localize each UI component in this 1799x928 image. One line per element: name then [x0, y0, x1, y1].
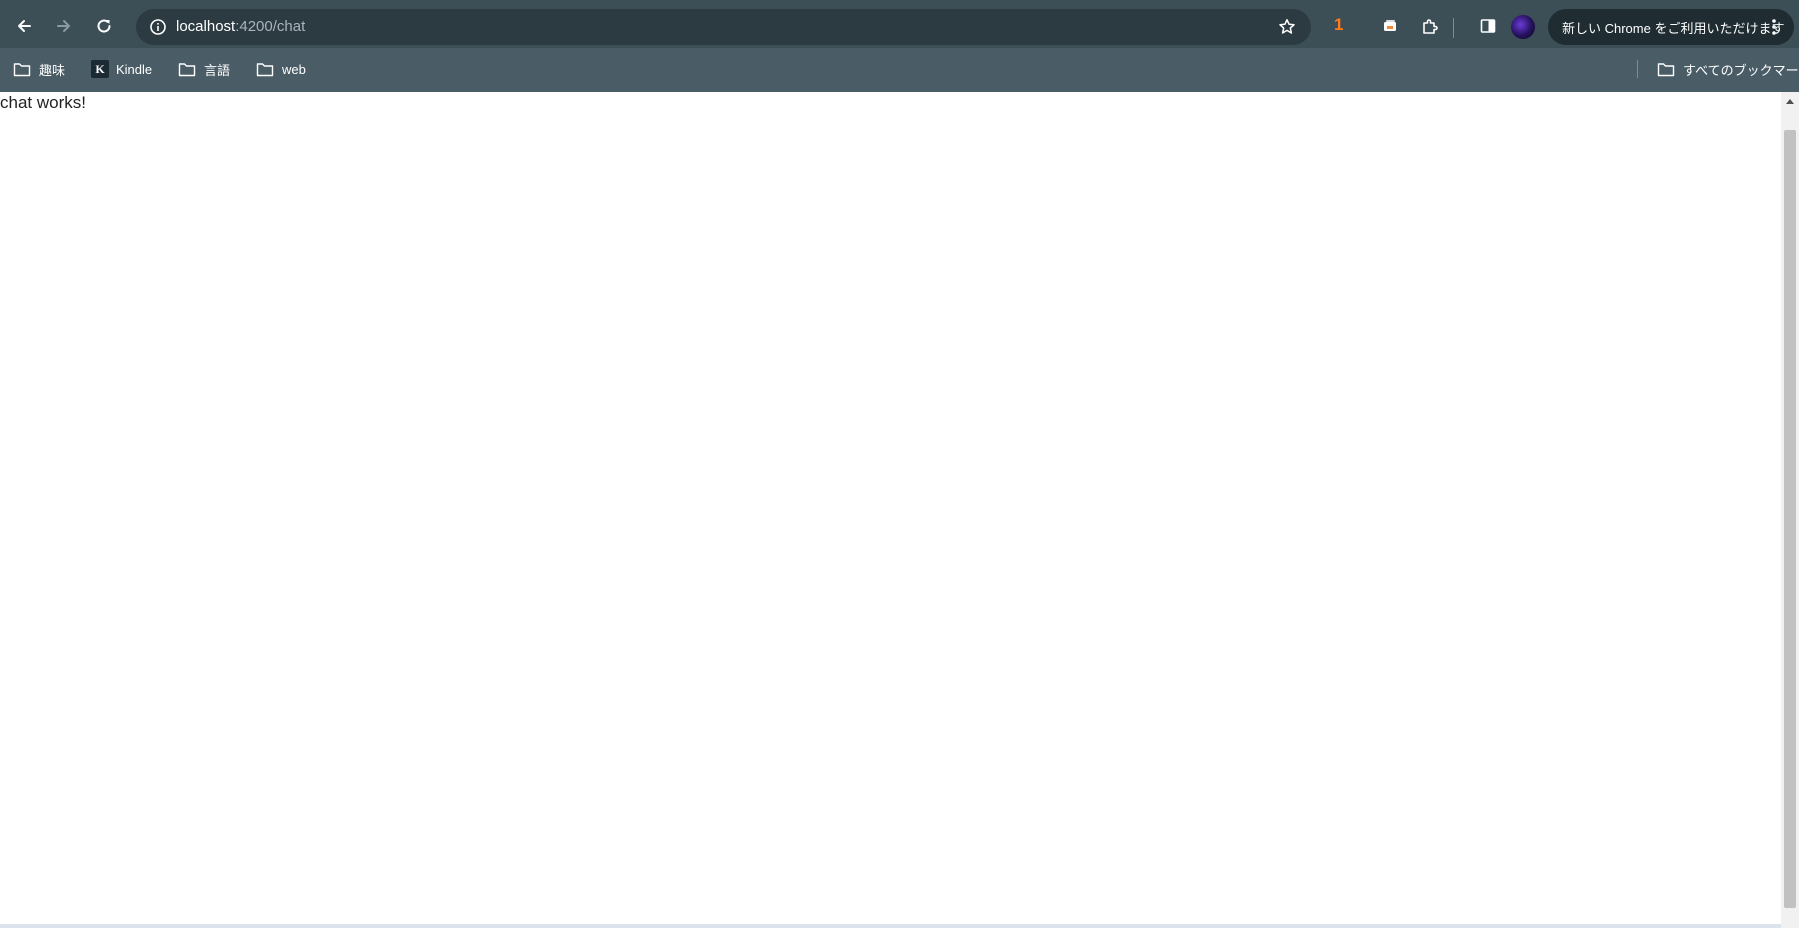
- bookmarks-divider: [1637, 60, 1638, 78]
- address-bar[interactable]: localhost:4200/chat: [136, 9, 1311, 45]
- profile-avatar[interactable]: [1511, 15, 1535, 39]
- back-button[interactable]: [8, 10, 40, 42]
- extension-button[interactable]: [1374, 10, 1406, 42]
- bottom-edge-strip: [0, 924, 1781, 928]
- chrome-update-button[interactable]: 新しい Chrome をご利用いただけます: [1548, 9, 1794, 45]
- more-menu-button[interactable]: [1764, 16, 1784, 38]
- bookmark-label: 言語: [204, 62, 231, 78]
- reload-button[interactable]: [88, 10, 120, 42]
- extension-icon: [1384, 20, 1396, 31]
- more-menu-icon: [1772, 19, 1776, 35]
- site-info-icon: [150, 19, 166, 35]
- site-info-button[interactable]: [144, 13, 172, 41]
- browser-toolbar: localhost:4200/chat 1 新しい Chrome をご利用いただ…: [0, 0, 1799, 48]
- back-arrow-icon: [18, 20, 31, 32]
- forward-button[interactable]: [48, 10, 80, 42]
- vertical-scrollbar[interactable]: [1781, 92, 1799, 928]
- bookmark-star-button[interactable]: [1273, 13, 1301, 41]
- folder-icon: [13, 62, 31, 76]
- extension-badge-count[interactable]: 1: [1334, 15, 1343, 35]
- url-path: :4200/chat: [235, 18, 306, 35]
- puzzle-extensions-icon: [1423, 19, 1438, 34]
- bookmark-folder-hobby[interactable]: 趣味: [13, 58, 65, 80]
- reload-icon: [97, 19, 111, 33]
- update-label: 新しい Chrome をご利用いただけます: [1562, 20, 1785, 36]
- extensions-menu-button[interactable]: [1414, 10, 1446, 42]
- url-host: localhost: [176, 18, 236, 35]
- folder-icon: [1657, 62, 1675, 76]
- bookmark-label: web: [282, 61, 306, 77]
- bookmark-star-icon: [1279, 19, 1295, 34]
- toolbar-divider: [1453, 18, 1454, 38]
- scroll-thumb[interactable]: [1784, 130, 1796, 908]
- kindle-icon: K: [91, 60, 109, 78]
- forward-arrow-icon: [57, 20, 70, 32]
- folder-icon: [256, 62, 274, 76]
- bookmark-label: Kindle: [116, 61, 153, 77]
- scroll-up-button[interactable]: [1781, 92, 1799, 110]
- side-panel-icon: [1480, 19, 1496, 33]
- all-bookmarks-button[interactable]: すべてのブックマーク: [1657, 58, 1799, 80]
- bookmark-label: 趣味: [39, 62, 66, 78]
- bookmark-folder-web[interactable]: web: [256, 58, 306, 80]
- bookmark-kindle[interactable]: K Kindle: [91, 58, 152, 80]
- chat-component-text: chat works!: [0, 93, 86, 112]
- side-panel-button[interactable]: [1472, 10, 1504, 42]
- scroll-up-arrow-icon: [1786, 99, 1794, 104]
- url-text[interactable]: localhost:4200/chat: [176, 18, 305, 35]
- all-bookmarks-label: すべてのブックマーク: [1683, 62, 1799, 78]
- folder-icon: [178, 62, 196, 76]
- page-viewport: chat works!: [0, 92, 1781, 928]
- bookmark-folder-language[interactable]: 言語: [178, 58, 230, 80]
